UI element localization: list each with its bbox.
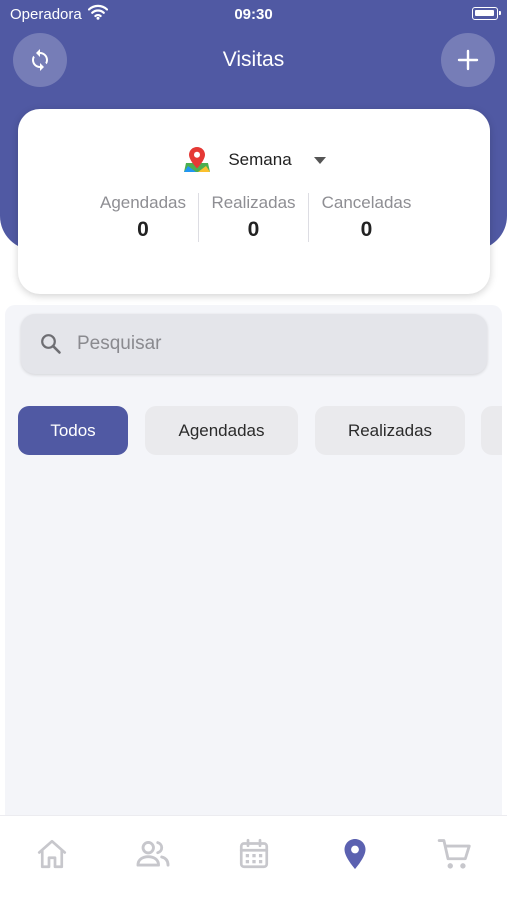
search-bar[interactable] (21, 314, 487, 374)
nav-home[interactable] (32, 834, 72, 874)
calendar-icon (239, 838, 269, 869)
plus-icon (457, 49, 479, 71)
stat-value: 0 (360, 218, 373, 241)
period-selector[interactable]: Semana (18, 146, 490, 174)
stat-label: Realizadas (211, 193, 296, 212)
filter-chip-all[interactable]: Todos (18, 406, 128, 455)
page-title: Visitas (222, 48, 285, 71)
nav-visits[interactable] (335, 834, 375, 874)
stat-label: Agendadas (99, 193, 187, 212)
stat-scheduled: Agendadas 0 (88, 193, 198, 242)
search-icon (41, 334, 61, 354)
map-pin-icon (184, 147, 211, 172)
nav-clients[interactable] (133, 834, 173, 874)
stat-label: Canceladas (321, 193, 412, 212)
people-icon (136, 841, 170, 867)
filter-chip-more[interactable] (481, 406, 502, 455)
stat-value: 0 (137, 218, 149, 241)
search-input[interactable] (77, 333, 437, 355)
visits-content: Todos Agendadas Realizadas (5, 305, 502, 825)
summary-card: Semana Agendadas 0 Realizadas 0 Cancelad… (18, 109, 490, 294)
filter-chip-completed[interactable]: Realizadas (315, 406, 465, 455)
chevron-down-icon (313, 156, 326, 164)
home-icon (37, 839, 67, 869)
period-label: Semana (228, 150, 292, 169)
stats-row: Agendadas 0 Realizadas 0 Canceladas 0 (88, 193, 424, 242)
nav-calendar[interactable] (234, 834, 274, 874)
clock: 09:30 (234, 6, 273, 23)
stat-canceled: Canceladas 0 (308, 193, 424, 242)
location-pin-icon (344, 839, 366, 869)
add-visit-button[interactable] (441, 33, 495, 87)
status-bar: Operadora 09:30 (0, 0, 507, 28)
cart-icon (437, 839, 471, 869)
nav-cart[interactable] (435, 834, 475, 874)
bottom-navigation (0, 815, 507, 900)
battery-icon (472, 7, 501, 20)
stat-completed: Realizadas 0 (198, 193, 308, 242)
filter-chip-scheduled[interactable]: Agendadas (145, 406, 298, 455)
filter-chips: Todos Agendadas Realizadas (18, 406, 502, 456)
stat-value: 0 (247, 218, 260, 241)
